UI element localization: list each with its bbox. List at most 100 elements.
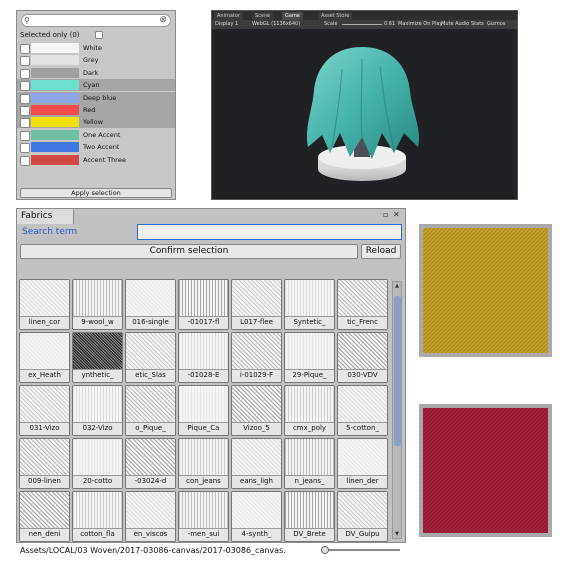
- fabric-thumbnail[interactable]: 031-Vizo: [19, 385, 70, 436]
- color-row[interactable]: Red: [17, 104, 175, 116]
- scale-value: 0.61: [384, 21, 396, 27]
- color-checkbox[interactable]: [20, 44, 30, 54]
- window-close-icon[interactable]: ✕: [393, 210, 400, 220]
- color-checkbox[interactable]: [20, 155, 30, 166]
- color-checkbox[interactable]: [20, 143, 30, 154]
- fabric-name-label: 030-VDV: [338, 369, 387, 382]
- fabric-thumbnail[interactable]: 032-Vizo: [72, 385, 123, 436]
- tab-animator[interactable]: Animator: [214, 12, 243, 20]
- mute-audio-toggle[interactable]: Mute Audio: [441, 20, 469, 29]
- scrollbar-thumb[interactable]: [394, 296, 401, 446]
- scale-slider[interactable]: [342, 24, 382, 25]
- fabric-thumbnail[interactable]: DV_Guipu: [337, 491, 388, 542]
- stats-toggle[interactable]: Stats: [471, 20, 484, 29]
- fabric-thumbnail[interactable]: 20-cotto: [72, 438, 123, 489]
- fabric-thumbnail[interactable]: Syntetic_: [284, 279, 335, 330]
- fabric-thumbnail[interactable]: etic_Slas: [125, 332, 176, 383]
- fabric-thumbnail[interactable]: 030-VDV: [337, 332, 388, 383]
- fabric-thumbnail[interactable]: -01017-fl: [178, 279, 229, 330]
- fabric-thumbnail[interactable]: n_jeans_: [284, 438, 335, 489]
- color-checkbox[interactable]: [20, 130, 30, 141]
- resolution-dropdown[interactable]: WebGL (1136x640): [252, 20, 300, 29]
- tab-scene[interactable]: Scene: [252, 12, 274, 20]
- color-row[interactable]: One Accent: [17, 129, 175, 141]
- color-search-field[interactable]: ⚲ ⊗: [21, 14, 171, 27]
- fabric-thumbnail[interactable]: 29-Pique_: [284, 332, 335, 383]
- selected-only-label: Selected only (0): [20, 31, 80, 39]
- confirm-selection-button[interactable]: Confirm selection: [20, 244, 358, 259]
- fabric-thumbnail[interactable]: 4-synth_: [231, 491, 282, 542]
- color-row[interactable]: Grey: [17, 54, 175, 67]
- color-checkbox[interactable]: [20, 56, 30, 67]
- color-label: Cyan: [83, 81, 100, 90]
- fabric-thumbnail[interactable]: nen_deni: [19, 491, 70, 542]
- fabric-thumbnail[interactable]: cotton_fla: [72, 491, 123, 542]
- fabric-thumbnail[interactable]: 016-single: [125, 279, 176, 330]
- fabric-name-label: cotton_fla: [73, 528, 122, 541]
- maximize-on-play-toggle[interactable]: Maximize On Play: [398, 20, 442, 29]
- color-checkbox[interactable]: [20, 118, 30, 129]
- gizmos-dropdown[interactable]: Gizmos: [487, 20, 505, 29]
- fabric-thumbnail[interactable]: 9-wool_w: [72, 279, 123, 330]
- fabric-name-label: Pique_Ca: [179, 422, 228, 435]
- fabric-thumbnail[interactable]: tic_Frenc: [337, 279, 388, 330]
- fabric-thumbnail[interactable]: Vizoo_5: [231, 385, 282, 436]
- color-swatch: [31, 154, 79, 165]
- color-checkbox[interactable]: [20, 93, 30, 104]
- scroll-down-icon[interactable]: ▼: [393, 531, 401, 537]
- fabric-thumbnail[interactable]: cmx_poly: [284, 385, 335, 436]
- fabric-thumbnail[interactable]: DV_Brete: [284, 491, 335, 542]
- color-label: Red: [83, 106, 96, 114]
- fabric-thumbnail[interactable]: o_Pique_: [125, 385, 176, 436]
- color-swatch: [31, 55, 79, 66]
- tab-fabrics[interactable]: Fabrics: [16, 208, 74, 224]
- display-dropdown[interactable]: Display 1: [215, 20, 238, 29]
- fabric-thumbnail[interactable]: linen_cor: [19, 279, 70, 330]
- fabric-thumbnail[interactable]: ynthetic_: [72, 332, 123, 383]
- color-label: Accent Three: [83, 155, 126, 164]
- color-row[interactable]: Accent Three: [17, 154, 175, 166]
- color-row[interactable]: White: [17, 42, 175, 54]
- fabric-thumbnail[interactable]: 009-linen: [19, 438, 70, 489]
- clear-search-icon[interactable]: ⊗: [159, 15, 167, 26]
- color-label: Yellow: [83, 118, 104, 127]
- fabric-thumbnail[interactable]: Pique_Ca: [178, 385, 229, 436]
- fabric-thumbnail[interactable]: -men_sui: [178, 491, 229, 542]
- scroll-up-icon[interactable]: ▲: [393, 283, 401, 289]
- color-checkbox[interactable]: [20, 81, 30, 92]
- apply-selection-button[interactable]: Apply selection: [20, 188, 172, 198]
- search-term-input[interactable]: [137, 224, 402, 240]
- color-selection-panel: ⚲ ⊗ Selected only (0) White Grey Dark Cyan D…: [16, 10, 176, 200]
- fabric-thumbnail[interactable]: ex_Heath: [19, 332, 70, 383]
- fabric-thumbnail[interactable]: eans_ligh: [231, 438, 282, 489]
- fabric-thumbnail[interactable]: -01028-E: [178, 332, 229, 383]
- fabric-thumbnail[interactable]: 5-cotton_: [337, 385, 388, 436]
- color-row[interactable]: Yellow: [17, 116, 175, 129]
- slider-knob[interactable]: [321, 546, 329, 554]
- thumbnail-size-slider[interactable]: [325, 549, 400, 551]
- fabric-thumbnail[interactable]: en_viscos: [125, 491, 176, 542]
- window-menu-icon[interactable]: ▫: [383, 210, 388, 220]
- fabric-name-label: o_Pique_: [126, 422, 175, 435]
- selected-only-checkbox[interactable]: [95, 31, 103, 39]
- fabric-name-label: -men_sui: [179, 528, 228, 541]
- game-toolbar: Display 1 WebGL (1136x640) Scale 0.61 Ma…: [212, 20, 517, 29]
- color-row[interactable]: Two Accent: [17, 141, 175, 154]
- fabric-thumbnail[interactable]: i-01029-F: [231, 332, 282, 383]
- color-checkbox[interactable]: [20, 68, 30, 79]
- grid-scrollbar[interactable]: ▲ ▼: [392, 281, 402, 539]
- color-swatch: [31, 67, 79, 78]
- color-checkbox[interactable]: [20, 106, 30, 116]
- fabric-thumbnail[interactable]: -03024-d: [125, 438, 176, 489]
- fabric-thumbnail[interactable]: linen_der: [337, 438, 388, 489]
- color-row[interactable]: Cyan: [17, 79, 175, 92]
- tab-asset-store[interactable]: Asset Store: [318, 12, 353, 20]
- color-row[interactable]: Dark: [17, 67, 175, 79]
- color-row[interactable]: Deep blue: [17, 91, 175, 104]
- fabric-name-label: DV_Guipu: [338, 528, 387, 541]
- reload-button[interactable]: Reload: [361, 244, 401, 259]
- fabric-thumbnail[interactable]: L017-flee: [231, 279, 282, 330]
- gold-twill-texture: [423, 228, 548, 353]
- fabric-thumbnail[interactable]: con_jeans: [178, 438, 229, 489]
- tab-game[interactable]: Game: [282, 12, 303, 20]
